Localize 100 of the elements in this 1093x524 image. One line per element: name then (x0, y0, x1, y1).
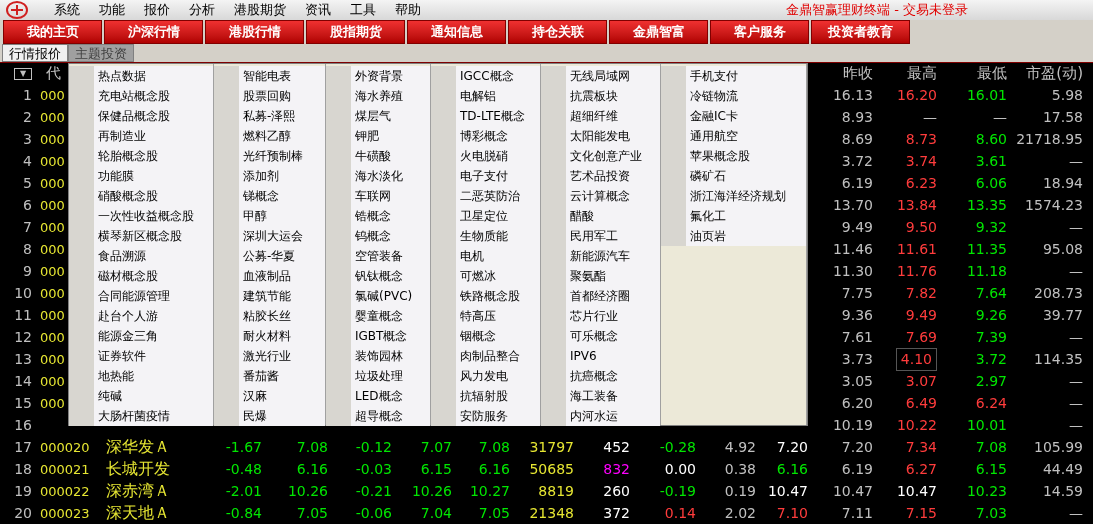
menu-item[interactable]: 保健品概念股 (69, 106, 213, 126)
menu-item[interactable]: 锑概念 (214, 186, 325, 206)
menu-item[interactable]: 大肠杆菌疫情 (69, 406, 213, 426)
menu-item[interactable]: 装饰园林 (326, 346, 430, 366)
menu-item[interactable]: 可燃冰 (431, 266, 540, 286)
menu-item[interactable]: 电机 (431, 246, 540, 266)
menu-item[interactable]: 电子支付 (431, 166, 540, 186)
menu-item[interactable]: 港股期货 (234, 0, 286, 20)
column-header[interactable]: 市盈(动) (1026, 62, 1083, 85)
menu-item[interactable]: 工具 (350, 0, 376, 20)
menu-item[interactable]: 建筑节能 (214, 286, 325, 306)
menu-item[interactable]: 抗辐射股 (431, 386, 540, 406)
column-header[interactable]: 最低 (977, 62, 1007, 85)
menu-item[interactable]: 卫星定位 (431, 206, 540, 226)
nav-button[interactable]: 持仓关联 (508, 19, 607, 44)
menu-item[interactable]: 地热能 (69, 366, 213, 386)
nav-button[interactable]: 金鼎智富 (609, 19, 708, 44)
menu-item[interactable]: 纯碱 (69, 386, 213, 406)
menu-item[interactable]: 钨概念 (326, 226, 430, 246)
menu-item[interactable]: 可乐概念 (541, 326, 660, 346)
menu-item[interactable]: 冷链物流 (661, 86, 806, 106)
menu-item[interactable]: 海水养殖 (326, 86, 430, 106)
menu-item[interactable]: IGBT概念 (326, 326, 430, 346)
nav-button[interactable]: 沪深行情 (104, 19, 203, 44)
menu-item[interactable]: 锆概念 (326, 206, 430, 226)
menu-item[interactable]: 食品溯源 (69, 246, 213, 266)
menu-item[interactable]: 添加剂 (214, 166, 325, 186)
menu-item[interactable]: 磁材概念股 (69, 266, 213, 286)
menu-item[interactable]: 火电脱硝 (431, 146, 540, 166)
menu-item[interactable]: 新能源汽车 (541, 246, 660, 266)
menu-item[interactable]: 磷矿石 (661, 166, 806, 186)
menu-item[interactable]: 无线局域网 (541, 66, 660, 86)
menu-item[interactable]: 粘胶长丝 (214, 306, 325, 326)
menu-item[interactable]: 文化创意产业 (541, 146, 660, 166)
menu-item[interactable]: 肉制品整合 (431, 346, 540, 366)
nav-button[interactable]: 股指期货 (306, 19, 405, 44)
menu-item[interactable]: 芯片行业 (541, 306, 660, 326)
menu-item[interactable]: 醋酸 (541, 206, 660, 226)
menu-item[interactable]: 艺术品投资 (541, 166, 660, 186)
menu-item[interactable]: IGCC概念 (431, 66, 540, 86)
menu-item[interactable]: 海工装备 (541, 386, 660, 406)
menu-item[interactable]: TD-LTE概念 (431, 106, 540, 126)
menu-item[interactable]: 资讯 (305, 0, 331, 20)
menu-item[interactable]: 安防服务 (431, 406, 540, 426)
menu-item[interactable]: 钾肥 (326, 126, 430, 146)
menu-item[interactable]: 聚氨酯 (541, 266, 660, 286)
menu-item[interactable]: 光纤预制棒 (214, 146, 325, 166)
menu-item[interactable]: 婴童概念 (326, 306, 430, 326)
menu-item[interactable]: 充电站概念股 (69, 86, 213, 106)
dropdown-button[interactable]: ▼ (14, 67, 32, 80)
menu-item[interactable]: 二恶英防治 (431, 186, 540, 206)
nav-button[interactable]: 我的主页 (3, 19, 102, 44)
menu-item[interactable]: 公募-华夏 (214, 246, 325, 266)
menu-item[interactable]: 油页岩 (661, 226, 806, 246)
menu-item[interactable]: 合同能源管理 (69, 286, 213, 306)
menu-item[interactable]: 内河水运 (541, 406, 660, 426)
menu-item[interactable]: 民用军工 (541, 226, 660, 246)
view-tab[interactable]: 行情报价 (2, 44, 68, 62)
menu-item[interactable]: 煤层气 (326, 106, 430, 126)
nav-button[interactable]: 港股行情 (205, 19, 304, 44)
nav-button[interactable]: 投资者教育 (811, 19, 910, 44)
menu-item[interactable]: 帮助 (395, 0, 421, 20)
menu-item[interactable]: 轮胎概念股 (69, 146, 213, 166)
menu-item[interactable]: 特高压 (431, 306, 540, 326)
menu-item[interactable]: 铁路概念股 (431, 286, 540, 306)
menu-item[interactable]: 海水淡化 (326, 166, 430, 186)
menu-item[interactable]: 抗震板块 (541, 86, 660, 106)
menu-item[interactable]: 浙江海洋经济规划 (661, 186, 806, 206)
menu-item[interactable]: 氯碱(PVC) (326, 286, 430, 306)
menu-item[interactable]: 氟化工 (661, 206, 806, 226)
menu-item[interactable]: 金融IC卡 (661, 106, 806, 126)
menu-item[interactable]: 血液制品 (214, 266, 325, 286)
menu-item[interactable]: 智能电表 (214, 66, 325, 86)
menu-item[interactable]: 报价 (144, 0, 170, 20)
nav-button[interactable]: 通知信息 (407, 19, 506, 44)
view-tab[interactable]: 主题投资 (68, 44, 134, 62)
menu-item[interactable]: 深圳大运会 (214, 226, 325, 246)
menu-item[interactable]: 生物质能 (431, 226, 540, 246)
menu-item[interactable]: 股票回购 (214, 86, 325, 106)
menu-item[interactable]: 超导概念 (326, 406, 430, 426)
menu-item[interactable]: 燃料乙醇 (214, 126, 325, 146)
column-header[interactable]: 代 (46, 62, 61, 85)
menu-item[interactable]: 抗癌概念 (541, 366, 660, 386)
menu-item[interactable]: 铟概念 (431, 326, 540, 346)
menu-item[interactable]: 外资背景 (326, 66, 430, 86)
menu-item[interactable]: 太阳能发电 (541, 126, 660, 146)
menu-item[interactable]: 耐火材料 (214, 326, 325, 346)
menu-item[interactable]: 首都经济圈 (541, 286, 660, 306)
column-header[interactable]: 昨收 (843, 62, 873, 85)
menu-item[interactable]: 空管装备 (326, 246, 430, 266)
menu-item[interactable]: 车联网 (326, 186, 430, 206)
menu-item[interactable]: 一次性收益概念股 (69, 206, 213, 226)
menu-item[interactable]: 苹果概念股 (661, 146, 806, 166)
menu-item[interactable]: 再制造业 (69, 126, 213, 146)
menu-item[interactable]: 云计算概念 (541, 186, 660, 206)
menu-item[interactable]: 能源金三角 (69, 326, 213, 346)
menu-item[interactable]: 硝酸概念股 (69, 186, 213, 206)
menu-item[interactable]: 牛磺酸 (326, 146, 430, 166)
menu-item[interactable]: 超细纤维 (541, 106, 660, 126)
menu-item[interactable]: 钒钛概念 (326, 266, 430, 286)
